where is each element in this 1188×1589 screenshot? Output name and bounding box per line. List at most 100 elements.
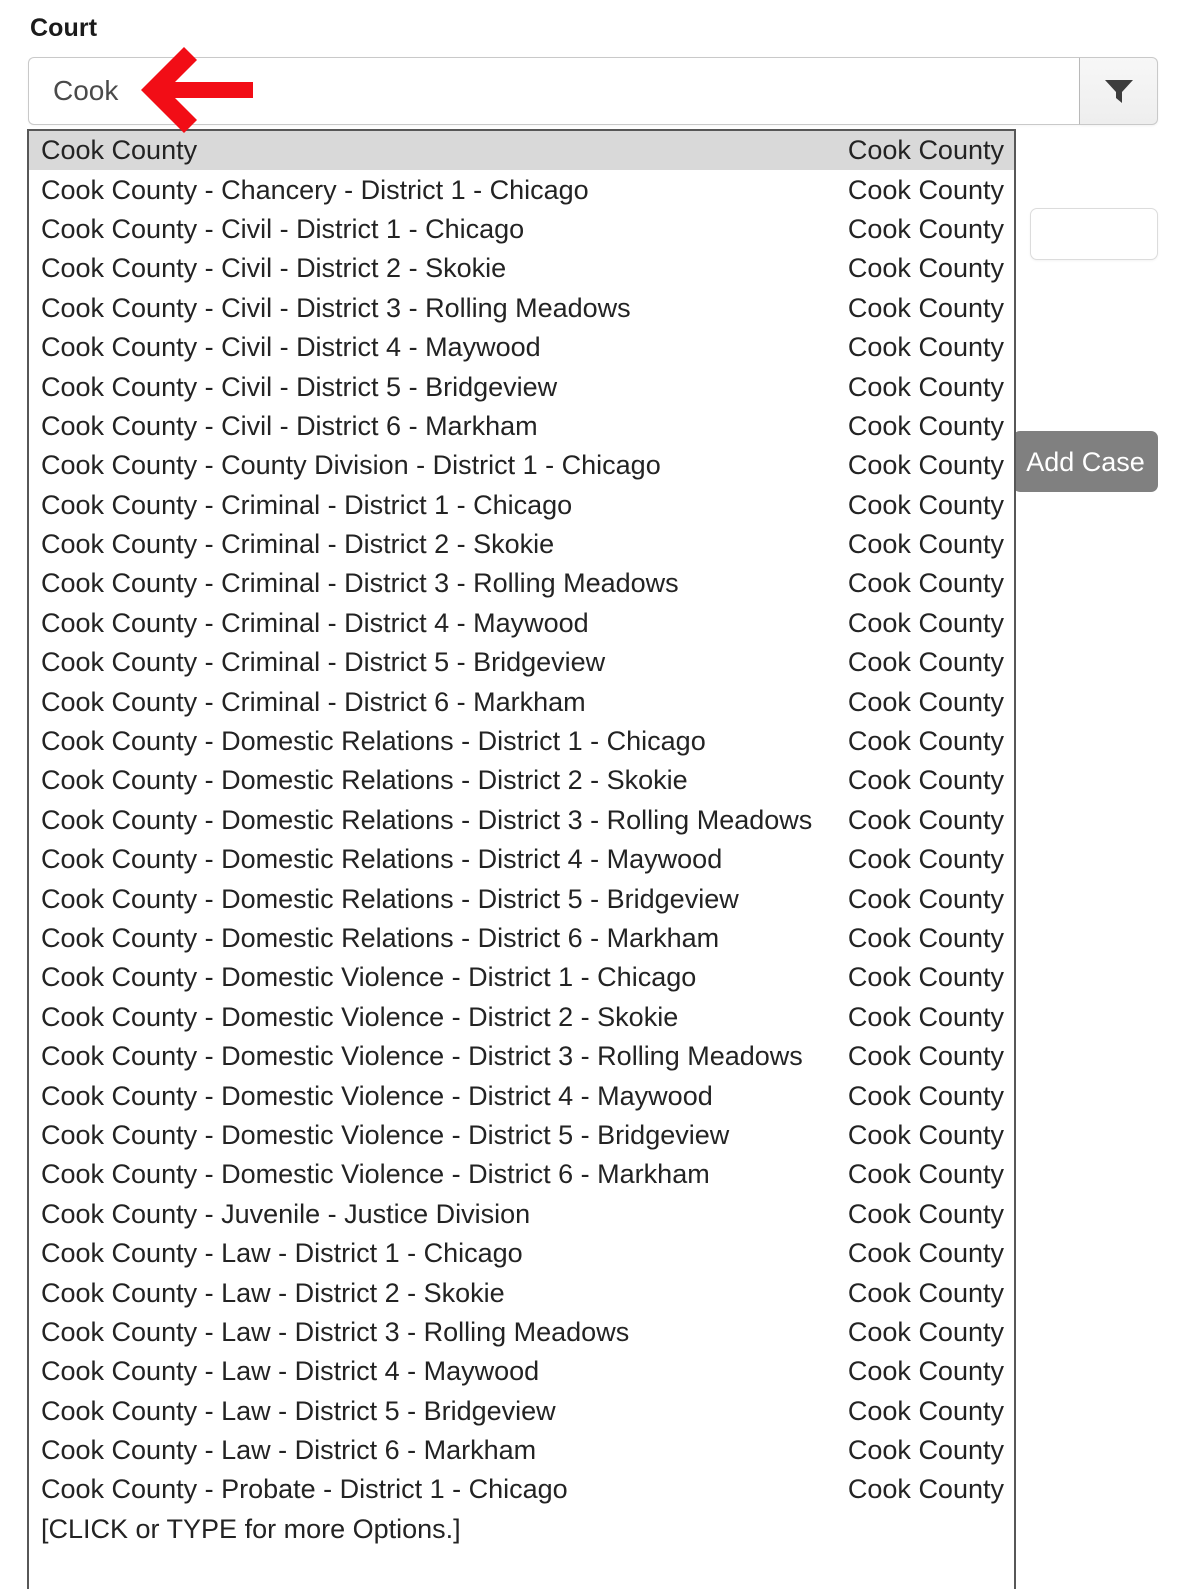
dropdown-option-label: Cook County - Law - District 3 - Rolling… <box>41 1316 630 1347</box>
filter-button[interactable] <box>1080 57 1158 125</box>
dropdown-option-label: Cook County - Chancery - District 1 - Ch… <box>41 174 589 205</box>
dropdown-option[interactable]: Cook County - Civil - District 2 - Skoki… <box>29 249 1014 288</box>
dropdown-option-label: Cook County - Domestic Violence - Distri… <box>41 962 697 993</box>
dropdown-option[interactable]: Cook County - Domestic Relations - Distr… <box>29 801 1014 840</box>
dropdown-option-label: Cook County - Law - District 5 - Bridgev… <box>41 1395 556 1426</box>
dropdown-option-county: Cook County <box>847 1316 1004 1347</box>
dropdown-option-label: Cook County - Domestic Violence - Distri… <box>41 1119 730 1150</box>
dropdown-option-county: Cook County <box>847 135 1004 166</box>
dropdown-option-county: Cook County <box>847 1080 1004 1111</box>
dropdown-option[interactable]: Cook County - Domestic Violence - Distri… <box>29 998 1014 1037</box>
dropdown-option[interactable]: Cook County - Law - District 3 - Rolling… <box>29 1313 1014 1352</box>
page-title: Court <box>30 14 98 42</box>
dropdown-option-label: Cook County - Probate - District 1 - Chi… <box>41 1474 568 1505</box>
dropdown-option-county: Cook County <box>847 686 1004 717</box>
dropdown-option-county: Cook County <box>847 1041 1004 1072</box>
dropdown-option[interactable]: Cook County - Civil - District 4 - Maywo… <box>29 328 1014 367</box>
dropdown-option-county: Cook County <box>847 332 1004 363</box>
dropdown-option[interactable]: Cook County - Law - District 1 - Chicago… <box>29 1234 1014 1273</box>
dropdown-option-county: Cook County <box>847 529 1004 560</box>
dropdown-option-county: Cook County <box>847 1474 1004 1505</box>
dropdown-option-label: Cook County - Civil - District 1 - Chica… <box>41 213 525 244</box>
dropdown-option[interactable]: Cook County - Law - District 4 - Maywood… <box>29 1352 1014 1391</box>
court-search-group <box>28 57 1158 125</box>
dropdown-option-county: Cook County <box>847 213 1004 244</box>
dropdown-option-label: Cook County - Domestic Relations - Distr… <box>41 804 813 835</box>
dropdown-option-county: Cook County <box>847 1277 1004 1308</box>
dropdown-option[interactable]: Cook County - Domestic Violence - Distri… <box>29 1116 1014 1155</box>
dropdown-option-county: Cook County <box>847 804 1004 835</box>
dropdown-option[interactable]: Cook County - Domestic Violence - Distri… <box>29 958 1014 997</box>
dropdown-option-county: Cook County <box>847 647 1004 678</box>
dropdown-option[interactable]: Cook County - Criminal - District 4 - Ma… <box>29 604 1014 643</box>
dropdown-option-label: Cook County - Criminal - District 5 - Br… <box>41 647 606 678</box>
dropdown-option-county: Cook County <box>847 1395 1004 1426</box>
dropdown-option-county: Cook County <box>847 371 1004 402</box>
dropdown-option[interactable]: Cook County - Domestic Relations - Distr… <box>29 879 1014 918</box>
dropdown-option-label: Cook County - Civil - District 4 - Maywo… <box>41 332 541 363</box>
dropdown-option[interactable]: Cook County - Domestic Relations - Distr… <box>29 761 1014 800</box>
secondary-text-field[interactable] <box>1030 208 1158 260</box>
dropdown-option[interactable]: Cook County - Criminal - District 3 - Ro… <box>29 564 1014 603</box>
dropdown-option-county: Cook County <box>847 883 1004 914</box>
dropdown-option[interactable]: Cook County - Domestic Violence - Distri… <box>29 1037 1014 1076</box>
court-autocomplete-dropdown[interactable]: Cook County Cook County Cook County - Chan… <box>27 129 1016 1589</box>
dropdown-option-label: Cook County - Criminal - District 3 - Ro… <box>41 568 679 599</box>
dropdown-option[interactable]: Cook County - Law - District 6 - Markham… <box>29 1431 1014 1470</box>
dropdown-option[interactable]: Cook County - County Division - District… <box>29 446 1014 485</box>
dropdown-option-label: Cook County - Domestic Relations - Distr… <box>41 923 720 953</box>
dropdown-option[interactable]: Cook County - Chancery - District 1 - Ch… <box>29 170 1014 209</box>
dropdown-option-label: Cook County - Domestic Relations - Distr… <box>41 726 706 757</box>
dropdown-option-label: Cook County - Civil - District 6 - Markh… <box>41 410 538 441</box>
dropdown-option-county: Cook County <box>847 765 1004 796</box>
dropdown-option-label: Cook County - Law - District 4 - Maywood <box>41 1356 540 1387</box>
dropdown-option-label: Cook County - Law - District 2 - Skokie <box>41 1277 505 1308</box>
dropdown-option-label: Cook County - County Division - District… <box>41 450 661 481</box>
dropdown-option-county: Cook County <box>847 292 1004 323</box>
dropdown-option[interactable]: Cook County - Civil - District 1 - Chica… <box>29 210 1014 249</box>
dropdown-option-county: Cook County <box>847 923 1004 953</box>
dropdown-option[interactable]: Cook County - Domestic Relations - Distr… <box>29 722 1014 761</box>
dropdown-option-county: Cook County <box>847 1435 1004 1466</box>
dropdown-option-label: Cook County - Civil - District 2 - Skoki… <box>41 253 507 284</box>
dropdown-option[interactable]: Cook County - Civil - District 5 - Bridg… <box>29 367 1014 406</box>
dropdown-option[interactable]: Cook County - Domestic Relations - Distr… <box>29 919 1014 958</box>
dropdown-option-label: Cook County - Domestic Relations - Distr… <box>41 883 739 914</box>
dropdown-option[interactable]: Cook County - Criminal - District 1 - Ch… <box>29 486 1014 525</box>
dropdown-option-label: Cook County <box>41 135 198 166</box>
dropdown-option-label: Cook County - Domestic Relations - Distr… <box>41 765 688 796</box>
dropdown-more-options-hint[interactable]: [CLICK or TYPE for more Options.] <box>29 1510 1014 1549</box>
dropdown-option[interactable]: Cook County - Domestic Relations - Distr… <box>29 840 1014 879</box>
dropdown-option[interactable]: Cook County Cook County <box>29 131 1014 171</box>
dropdown-option-label: Cook County - Juvenile - Justice Divisio… <box>41 1198 531 1229</box>
dropdown-option-label: Cook County - Civil - District 5 - Bridg… <box>41 371 558 402</box>
dropdown-option-county: Cook County <box>847 1119 1004 1150</box>
dropdown-option-label: Cook County - Civil - District 3 - Rolli… <box>41 292 631 323</box>
dropdown-option-county: Cook County <box>847 1238 1004 1269</box>
dropdown-option[interactable]: Cook County - Law - District 2 - Skokie C… <box>29 1273 1014 1312</box>
dropdown-option[interactable]: Cook County - Law - District 5 - Bridgev… <box>29 1392 1014 1431</box>
dropdown-option-county: Cook County <box>847 410 1004 441</box>
add-case-button[interactable]: Add Case <box>1013 431 1158 492</box>
dropdown-option-label: Cook County - Domestic Violence - Distri… <box>41 1159 710 1190</box>
dropdown-option[interactable]: Cook County - Criminal - District 6 - Ma… <box>29 682 1014 721</box>
dropdown-option-county: Cook County <box>847 568 1004 599</box>
dropdown-option-label: Cook County - Criminal - District 4 - Ma… <box>41 607 589 638</box>
dropdown-option-county: Cook County <box>847 726 1004 757</box>
dropdown-option[interactable]: Cook County - Probate - District 1 - Chi… <box>29 1470 1014 1509</box>
dropdown-option[interactable]: Cook County - Juvenile - Justice Divisio… <box>29 1195 1014 1234</box>
dropdown-option-label: Cook County - Domestic Relations - Distr… <box>41 844 723 875</box>
dropdown-option-county: Cook County <box>847 450 1004 481</box>
dropdown-option-label: Cook County - Law - District 6 - Markham <box>41 1435 537 1466</box>
dropdown-option[interactable]: Cook County - Civil - District 3 - Rolli… <box>29 289 1014 328</box>
dropdown-option[interactable]: Cook County - Criminal - District 2 - Sk… <box>29 525 1014 564</box>
dropdown-option[interactable]: Cook County - Domestic Violence - Distri… <box>29 1155 1014 1194</box>
dropdown-option-county: Cook County <box>847 1356 1004 1387</box>
dropdown-option[interactable]: Cook County - Civil - District 6 - Markh… <box>29 407 1014 446</box>
dropdown-option-county: Cook County <box>847 489 1004 520</box>
dropdown-option[interactable]: Cook County - Criminal - District 5 - Br… <box>29 643 1014 682</box>
dropdown-option[interactable]: Cook County - Domestic Violence - Distri… <box>29 1076 1014 1115</box>
dropdown-option-county: Cook County <box>847 253 1004 284</box>
dropdown-option-label: Cook County - Domestic Violence - Distri… <box>41 1080 713 1111</box>
court-search-input[interactable] <box>28 57 1080 125</box>
